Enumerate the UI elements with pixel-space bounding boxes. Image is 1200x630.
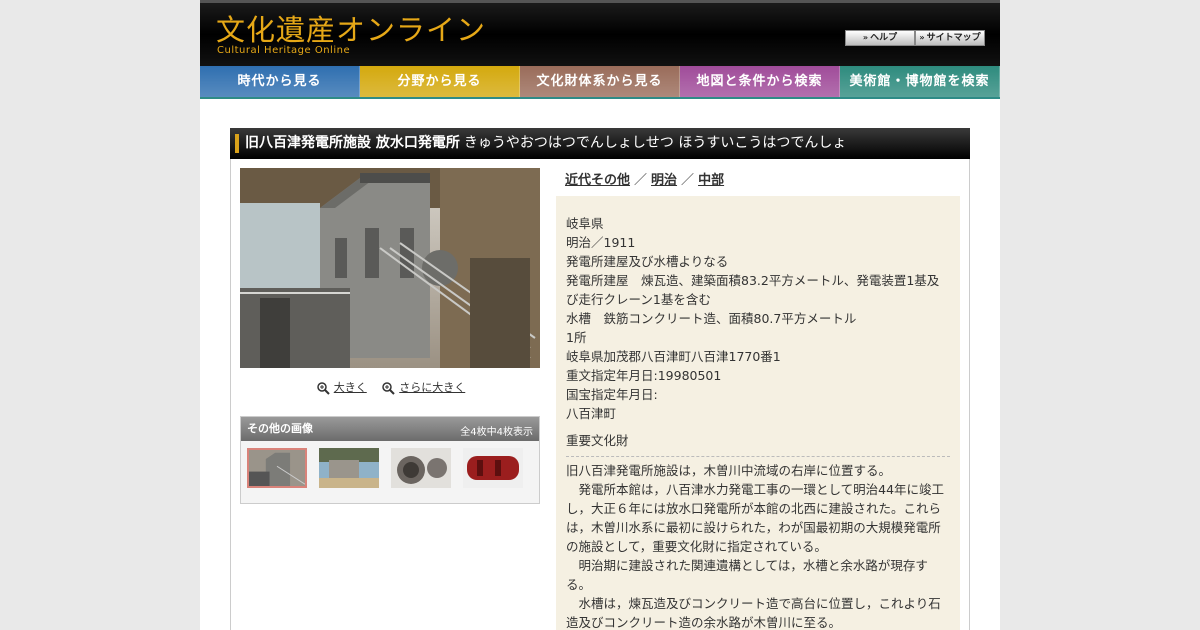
site-header: 文化遺産オンライン Cultural Heritage Online » ヘルプ …: [200, 0, 1000, 66]
breadcrumb-link-era[interactable]: 明治: [651, 173, 677, 188]
breadcrumb-link-region[interactable]: 中部: [698, 173, 724, 188]
description-paragraph: 旧八百津発電所施設は，木曽川中流域の右岸に位置する。: [566, 463, 892, 478]
info-box: 岐阜県 明治／1911 発電所建屋及び水槽よりなる 発電所建屋 煉瓦造、建築面積…: [556, 196, 960, 630]
info-prefecture: 岐阜県: [566, 216, 604, 231]
info-category: 重要文化財: [566, 433, 629, 448]
sitemap-button[interactable]: » サイトマップ: [915, 30, 985, 46]
double-chevron-icon: »: [919, 33, 925, 42]
heritage-title-bar: 旧八百津発電所施設 放水口発電所 きゅうやおつはつでんしょしせつ ほうすいこうはつ…: [230, 128, 970, 159]
thumbnail-3[interactable]: [391, 448, 451, 488]
other-images-panel: その他の画像 全4枚中4枚表示: [240, 416, 540, 504]
zoom-larger-link[interactable]: 大きく: [317, 381, 367, 395]
site-logo[interactable]: 文化遺産オンライン: [216, 7, 486, 49]
nav-by-field[interactable]: 分野から見る: [360, 66, 520, 97]
info-composition: 発電所建屋及び水槽よりなる: [566, 254, 729, 269]
nav-museum-search[interactable]: 美術館・博物館を検索: [840, 66, 1000, 97]
zoom-in-icon: [317, 381, 330, 395]
thumbnail-list: [247, 448, 535, 488]
description-paragraph: 明治期に建設された関連遺構としては，水槽と余水路が現存する。: [566, 558, 928, 592]
info-era: 明治／1911: [566, 235, 636, 250]
info-designation-date: 重文指定年月日:19980501: [566, 368, 722, 383]
nav-divider: [200, 97, 1000, 99]
heritage-title: 旧八百津発電所施設 放水口発電所: [245, 135, 460, 151]
heritage-title-reading: きゅうやおつはつでんしょしせつ ほうすいこうはつでんしょ: [463, 135, 847, 151]
zoom-in-icon: [382, 381, 395, 395]
header-buttons: » ヘルプ » サイトマップ: [845, 30, 985, 46]
other-images-heading: その他の画像: [247, 422, 313, 435]
breadcrumb-link-category[interactable]: 近代その他: [565, 173, 630, 188]
info-divider: [566, 456, 950, 457]
thumbnail-4[interactable]: [463, 448, 523, 488]
content-panel: 大きく さらに大きく その他の画像 全4枚中4枚表示 近代その他／明治／中部 岐…: [230, 159, 970, 630]
description-paragraph: 発電所本館は，八百津水力発電工事の一環として明治44年に竣工し，大正６年には放水…: [566, 482, 945, 554]
breadcrumb: 近代その他／明治／中部: [565, 173, 725, 188]
description-paragraph: 水槽は，煉瓦造及びコンクリート造で高台に位置し，これより石造及びコンクリート造の…: [566, 596, 941, 630]
detail-column: 近代その他／明治／中部 岐阜県 明治／1911 発電所建屋及び水槽よりなる 発電…: [556, 159, 971, 630]
nav-by-system[interactable]: 文化財体系から見る: [520, 66, 680, 97]
info-quantity: 1所: [566, 330, 587, 345]
title-accent: [235, 134, 239, 153]
info-tank: 水槽 鉄筋コンクリート造、面積80.7平方メートル: [566, 311, 857, 326]
main-photo[interactable]: [240, 168, 540, 368]
page: 文化遺産オンライン Cultural Heritage Online » ヘルプ …: [200, 0, 1000, 630]
zoom-largest-link[interactable]: さらに大きく: [382, 381, 465, 395]
help-button[interactable]: » ヘルプ: [845, 30, 915, 46]
info-building: 発電所建屋 煉瓦造、建築面積83.2平方メートル、発電装置1基及び走行クレーン1…: [566, 273, 940, 307]
other-images-count: 全4枚中4枚表示: [460, 427, 533, 438]
thumbnail-2[interactable]: [319, 448, 379, 488]
zoom-links: 大きく さらに大きく: [231, 379, 551, 395]
info-address: 岐阜県加茂郡八百津町八百津1770番1: [566, 349, 781, 364]
thumbnail-1[interactable]: [247, 448, 307, 488]
other-images-header: その他の画像 全4枚中4枚表示: [241, 417, 539, 441]
info-owner: 八百津町: [566, 406, 617, 421]
info-national-treasure-date: 国宝指定年月日:: [566, 387, 658, 402]
site-logo-subtitle: Cultural Heritage Online: [217, 45, 351, 56]
double-chevron-icon: »: [862, 33, 869, 42]
main-nav: 時代から見る 分野から見る 文化財体系から見る 地図と条件から検索 美術館・博物…: [200, 66, 1000, 97]
nav-map-search[interactable]: 地図と条件から検索: [680, 66, 840, 97]
nav-by-era[interactable]: 時代から見る: [200, 66, 360, 97]
